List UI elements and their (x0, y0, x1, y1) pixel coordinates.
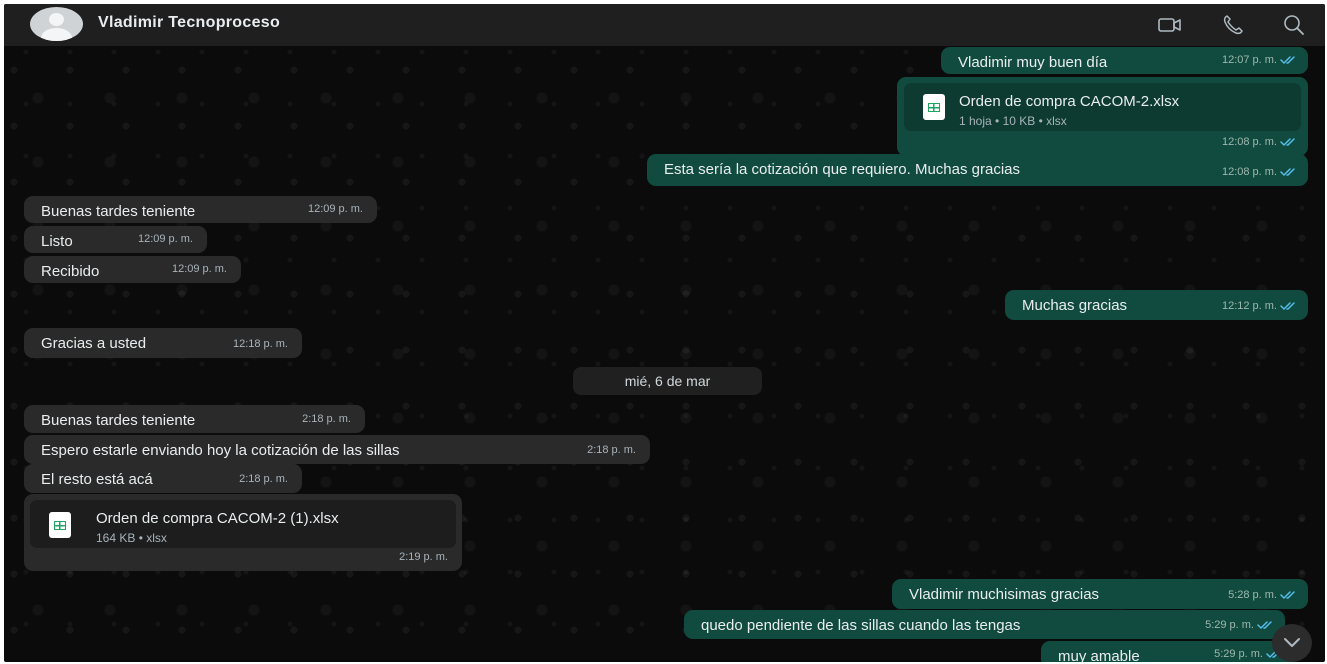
message-text: Listo (41, 233, 73, 250)
outgoing-message-bubble[interactable]: Vladimir muchisimas gracias 5:28 p. m. (892, 579, 1308, 609)
timestamp-text: 12:09 p. m. (307, 203, 363, 215)
date-separator: mié, 6 de mar (573, 367, 762, 395)
outgoing-message-bubble[interactable]: Esta sería la cotización que requiero. M… (647, 154, 1308, 186)
avatar-body (41, 28, 72, 41)
message-text: El resto está acá (41, 471, 153, 488)
message-text: Esta sería la cotización que requiero. M… (664, 161, 1021, 178)
double-check-icon (1277, 300, 1298, 312)
outgoing-message-bubble[interactable]: Vladimir muy buen día 12:07 p. m. (941, 47, 1308, 74)
incoming-message-bubble[interactable]: Listo 12:09 p. m. (24, 226, 207, 253)
file-meta: 164 KB • xlsx (96, 531, 167, 545)
contact-name[interactable]: Vladimir Tecnoproceso (98, 14, 280, 32)
message-text: muy amable (1058, 648, 1140, 662)
outgoing-message-bubble[interactable]: quedo pendiente de las sillas cuando las… (684, 610, 1285, 639)
file-name: Orden de compra CACOM-2.xlsx (959, 93, 1180, 110)
file-meta: 1 hoja • 10 KB • xlsx (959, 114, 1067, 128)
message-timestamp: 12:09 p. m. (138, 231, 193, 248)
chat-window: Vladimir Tecnoproceso mié, 6 de mar Vlad… (4, 4, 1325, 662)
timestamp-text: 12:08 p. m. (1221, 136, 1277, 148)
avatar-head (49, 13, 64, 26)
chat-header: Vladimir Tecnoproceso (4, 4, 1325, 46)
file-attachment-card[interactable]: Orden de compra CACOM-2.xlsx 1 hoja • 10 … (904, 83, 1301, 131)
outgoing-message-bubble[interactable]: Orden de compra CACOM-2.xlsx 1 hoja • 10 … (897, 77, 1308, 156)
double-check-icon (1254, 619, 1275, 631)
incoming-message-bubble[interactable]: Espero estarle enviando hoy la cotizació… (24, 435, 650, 464)
double-check-icon (1277, 136, 1298, 148)
incoming-message-bubble[interactable]: Gracias a usted 12:18 p. m. (24, 328, 302, 358)
outgoing-message-bubble[interactable]: Muchas gracias 12:12 p. m. (1005, 290, 1308, 320)
scroll-to-bottom-button[interactable] (1272, 624, 1312, 662)
outgoing-message-bubble[interactable]: muy amable 5:29 p. m. (1041, 641, 1294, 662)
message-text: Espero estarle enviando hoy la cotizació… (41, 442, 400, 459)
message-timestamp: 5:28 p. m. (1228, 587, 1298, 604)
timestamp-text: 12:18 p. m. (232, 338, 288, 350)
timestamp-text: 12:09 p. m. (171, 263, 227, 275)
message-timestamp: 12:09 p. m. (172, 261, 227, 278)
message-text: Vladimir muchisimas gracias (909, 586, 1100, 603)
double-check-icon (1277, 54, 1298, 66)
avatar[interactable] (30, 7, 83, 41)
chevron-down-icon (1284, 638, 1300, 647)
message-timestamp: 2:18 p. m. (302, 411, 351, 428)
search-icon[interactable] (1281, 12, 1307, 38)
incoming-message-bubble[interactable]: Orden de compra CACOM-2 (1).xlsx 164 KB •… (24, 494, 462, 571)
timestamp-text: 2:18 p. m. (587, 444, 636, 456)
message-timestamp: 2:18 p. m. (587, 442, 636, 459)
timestamp-text: 12:12 p. m. (1221, 300, 1277, 312)
file-name: Orden de compra CACOM-2 (1).xlsx (96, 510, 339, 527)
timestamp-text: 2:19 p. m. (399, 551, 448, 563)
spreadsheet-file-icon (49, 512, 71, 538)
message-timestamp: 12:09 p. m. (308, 201, 363, 218)
message-timestamp: 12:12 p. m. (1222, 298, 1298, 315)
timestamp-text: 12:09 p. m. (137, 233, 193, 245)
incoming-message-bubble[interactable]: Buenas tardes teniente 2:18 p. m. (24, 405, 365, 433)
message-text: Muchas gracias (1022, 297, 1128, 314)
message-timestamp: 2:19 p. m. (399, 549, 448, 566)
double-check-icon (1277, 166, 1298, 178)
message-timestamp: 12:07 p. m. (1222, 52, 1298, 69)
timestamp-text: 12:08 p. m. (1221, 166, 1277, 178)
message-timestamp: 12:18 p. m. (233, 336, 288, 353)
message-timestamp: 12:08 p. m. (1222, 164, 1298, 181)
double-check-icon (1277, 589, 1298, 601)
timestamp-text: 12:07 p. m. (1221, 54, 1277, 66)
message-text: quedo pendiente de las sillas cuando las… (701, 617, 1021, 634)
message-text: Buenas tardes teniente (41, 203, 196, 220)
timestamp-text: 5:28 p. m. (1228, 589, 1277, 601)
video-call-icon[interactable] (1157, 12, 1183, 38)
timestamp-text: 5:29 p. m. (1205, 619, 1254, 631)
voice-call-icon[interactable] (1220, 12, 1246, 38)
message-text: Buenas tardes teniente (41, 412, 196, 429)
message-timestamp: 5:29 p. m. (1205, 617, 1275, 634)
message-text: Gracias a usted (41, 335, 147, 352)
message-timestamp: 12:08 p. m. (1222, 134, 1298, 151)
timestamp-text: 2:18 p. m. (302, 413, 351, 425)
timestamp-text: 5:29 p. m. (1214, 648, 1263, 660)
incoming-message-bubble[interactable]: Recibido 12:09 p. m. (24, 256, 241, 283)
message-timestamp: 2:18 p. m. (239, 471, 288, 488)
spreadsheet-file-icon (923, 94, 945, 120)
message-text: Recibido (41, 263, 100, 280)
message-text: Vladimir muy buen día (958, 54, 1108, 71)
incoming-message-bubble[interactable]: El resto está acá 2:18 p. m. (24, 464, 302, 493)
incoming-message-bubble[interactable]: Buenas tardes teniente 12:09 p. m. (24, 196, 377, 223)
file-attachment-card[interactable]: Orden de compra CACOM-2 (1).xlsx 164 KB •… (30, 500, 456, 548)
timestamp-text: 2:18 p. m. (239, 473, 288, 485)
